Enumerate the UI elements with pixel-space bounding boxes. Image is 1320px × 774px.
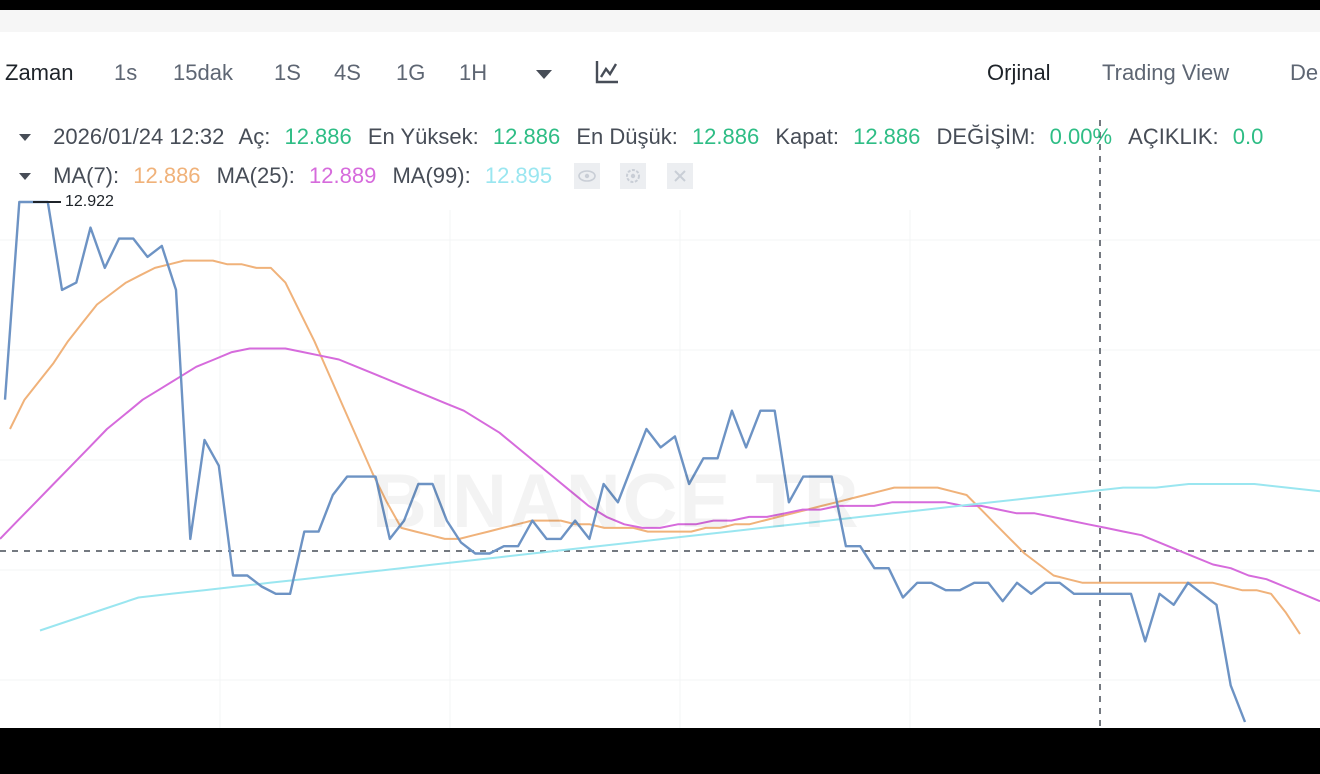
interval-1w[interactable]: 1H [459, 60, 487, 86]
gear-icon[interactable] [620, 163, 647, 190]
low-value: 12.886 [691, 124, 760, 150]
interval-4h[interactable]: 4S [334, 60, 361, 86]
close-value: 12.886 [853, 124, 921, 150]
ma99-label: MA(99): [392, 163, 471, 189]
close-icon[interactable] [666, 163, 693, 190]
binance-watermark: BINANCE TR [372, 458, 861, 545]
high-label: En Yüksek: [367, 124, 479, 150]
interval-15min[interactable]: 15dak [173, 60, 233, 86]
change-value: 0.00% [1049, 124, 1113, 150]
range-label: AÇIKLIK: [1128, 124, 1219, 150]
ma-legend: MA(7): 12.886 MA(25): 12.889 MA(99): 12.… [0, 162, 693, 194]
more-intervals-chevron-icon[interactable] [536, 70, 552, 79]
max-price-label: 12.922 [65, 193, 114, 210]
change-label: DEĞİŞİM: [936, 124, 1036, 150]
low-label: En Düşük: [576, 124, 678, 150]
high-value: 12.886 [492, 124, 561, 150]
time-label: Zaman [5, 60, 74, 85]
range-value: 0.0 [1232, 124, 1264, 150]
view-tradingview[interactable]: Trading View [1102, 60, 1229, 86]
eye-icon[interactable] [574, 163, 601, 190]
interval-1s[interactable]: 1s [114, 60, 137, 86]
collapse-ohlc-icon[interactable] [19, 133, 31, 141]
chart-type-icon[interactable] [594, 59, 620, 85]
view-depth[interactable]: De [1290, 60, 1318, 86]
price-chart[interactable] [0, 10, 1320, 728]
chart-frame: BINANCE TR 12.922 Zaman 1s 15dak 1S 4S 1… [0, 10, 1320, 728]
open-label: Aç: [238, 124, 271, 150]
close-label: Kapat: [775, 124, 839, 150]
view-original[interactable]: Orjinal [987, 60, 1051, 86]
collapse-ma-icon[interactable] [19, 172, 31, 180]
ma99-value: 12.895 [484, 163, 553, 189]
ma25-label: MA(25): [216, 163, 295, 189]
interval-1h[interactable]: 1S [274, 60, 301, 86]
ohlc-datetime: 2026/01/24 12:32 [53, 124, 225, 150]
interval-toolbar: Zaman 1s 15dak 1S 4S 1G 1H Orjinal Tradi… [0, 50, 1320, 96]
interval-1d[interactable]: 1G [396, 60, 425, 86]
ma7-label: MA(7): [53, 163, 120, 189]
open-value: 12.886 [284, 124, 352, 150]
ohlc-legend: 2026/01/24 12:32 Aç: 12.886 En Yüksek: 1… [0, 123, 1273, 155]
ma7-value: 12.886 [133, 163, 201, 189]
ma25-value: 12.889 [309, 163, 377, 189]
